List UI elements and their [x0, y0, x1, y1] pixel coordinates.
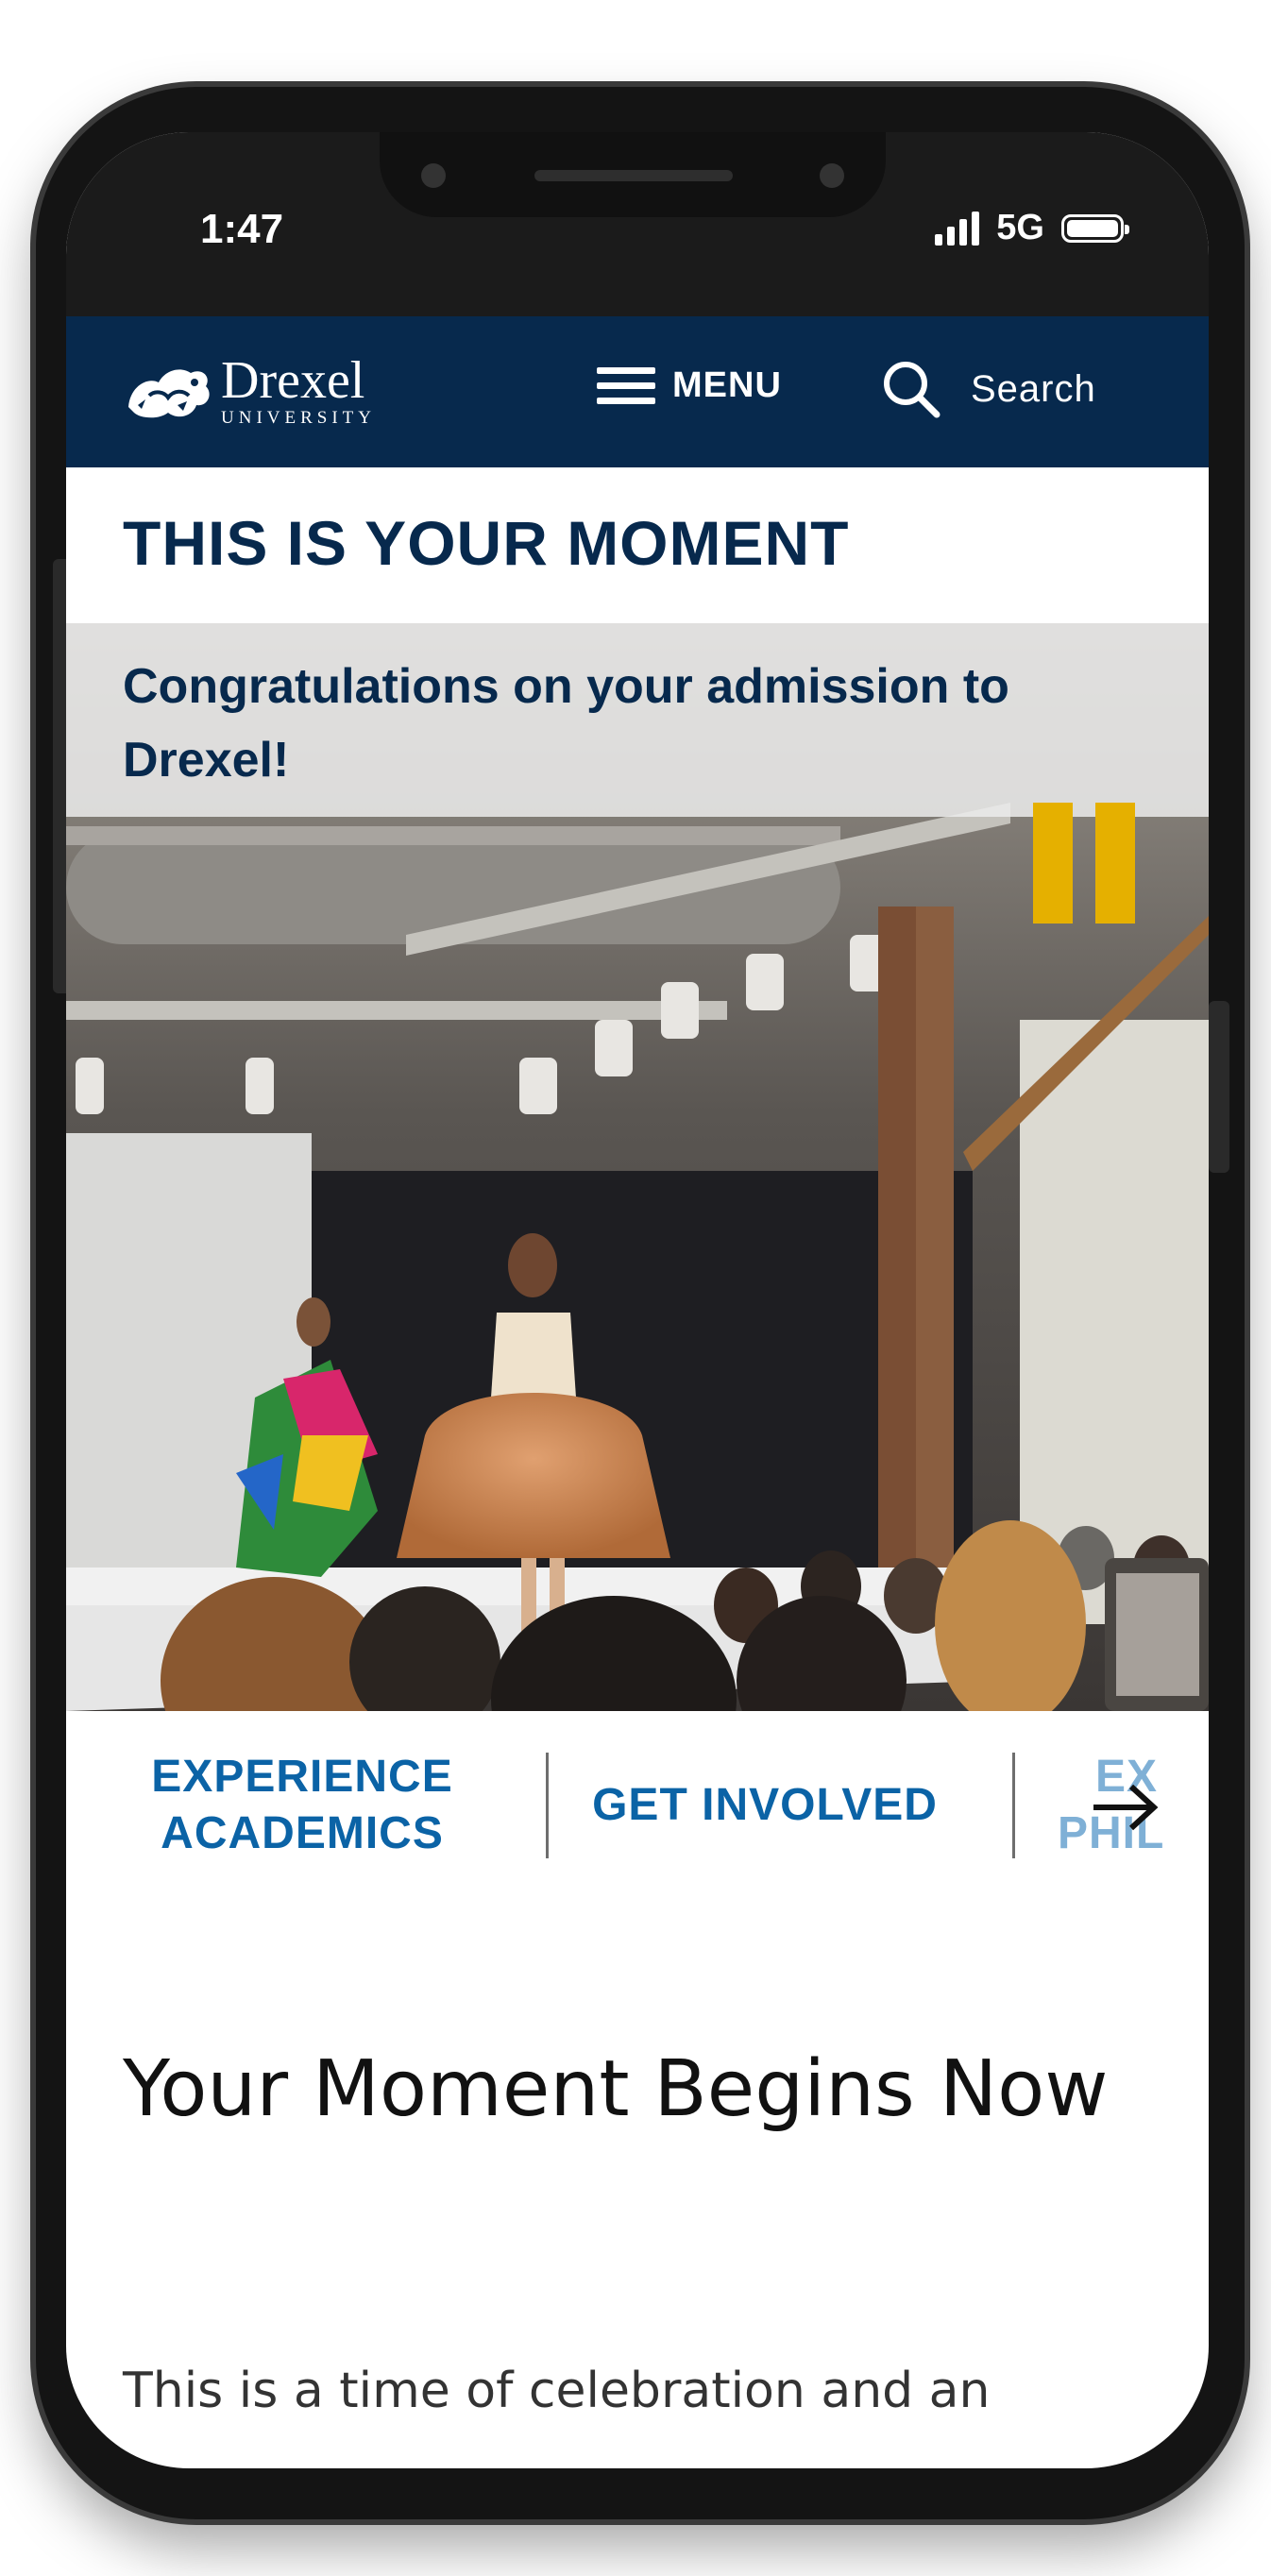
power-button [1209, 1001, 1229, 1173]
status-bar: 1:47 5G [66, 132, 1209, 316]
link-get-involved[interactable]: GET INVOLVED [576, 1777, 954, 1834]
hero-subtitle: Congratulations on your admission to Dre… [123, 659, 1009, 788]
section-title: Your Moment Begins Now [123, 2044, 1109, 2134]
hero-heading-bar: THIS IS YOUR MOMENT [66, 467, 1209, 623]
dragon-logo-icon [128, 368, 210, 417]
menu-label: MENU [672, 365, 782, 405]
menu-button[interactable]: MENU [597, 365, 782, 406]
signal-bars-icon [935, 211, 980, 246]
camera-icon [421, 163, 446, 188]
speaker-grille [534, 170, 733, 181]
link-label-line1: EXPERIENCE [151, 1752, 453, 1802]
hero-subtitle-band: Congratulations on your admission to Dre… [66, 623, 1209, 817]
search-icon [884, 362, 941, 418]
logo-wordmark: Drexel [221, 351, 365, 410]
link-label-line2: ACADEMICS [161, 1808, 444, 1858]
search-button[interactable]: Search [880, 358, 1096, 420]
network-type: 5G [996, 208, 1044, 247]
hero-title: THIS IS YOUR MOMENT [123, 508, 850, 578]
sensor-icon [820, 163, 844, 188]
hamburger-icon [597, 367, 655, 404]
notch [380, 132, 886, 217]
pause-icon[interactable] [1033, 803, 1137, 924]
divider [1012, 1753, 1015, 1858]
status-indicators: 5G [935, 208, 1129, 248]
drexel-logo[interactable]: Drexel UNIVERSITY [121, 354, 376, 427]
quick-links-carousel: EXPERIENCE ACADEMICS GET INVOLVED EX PHI… [66, 1711, 1209, 1900]
logo-subtitle: UNIVERSITY [221, 408, 376, 428]
site-header: Drexel UNIVERSITY MENU Search [66, 316, 1209, 467]
battery-icon [1061, 213, 1129, 243]
link-experience-academics[interactable]: EXPERIENCE ACADEMICS [142, 1749, 463, 1862]
search-label: Search [971, 367, 1096, 410]
hero-video: Congratulations on your admission to Dre… [66, 623, 1209, 1711]
phone-screen: 1:47 5G Drexel UNIVERSITY MENU Search TH… [66, 132, 1209, 2468]
arrow-right-icon[interactable] [1088, 1779, 1163, 1836]
link-label: GET INVOLVED [592, 1780, 938, 1830]
divider [546, 1753, 549, 1858]
intro-paragraph: This is a time of celebration and an [123, 2363, 991, 2419]
status-time: 1:47 [200, 206, 284, 252]
